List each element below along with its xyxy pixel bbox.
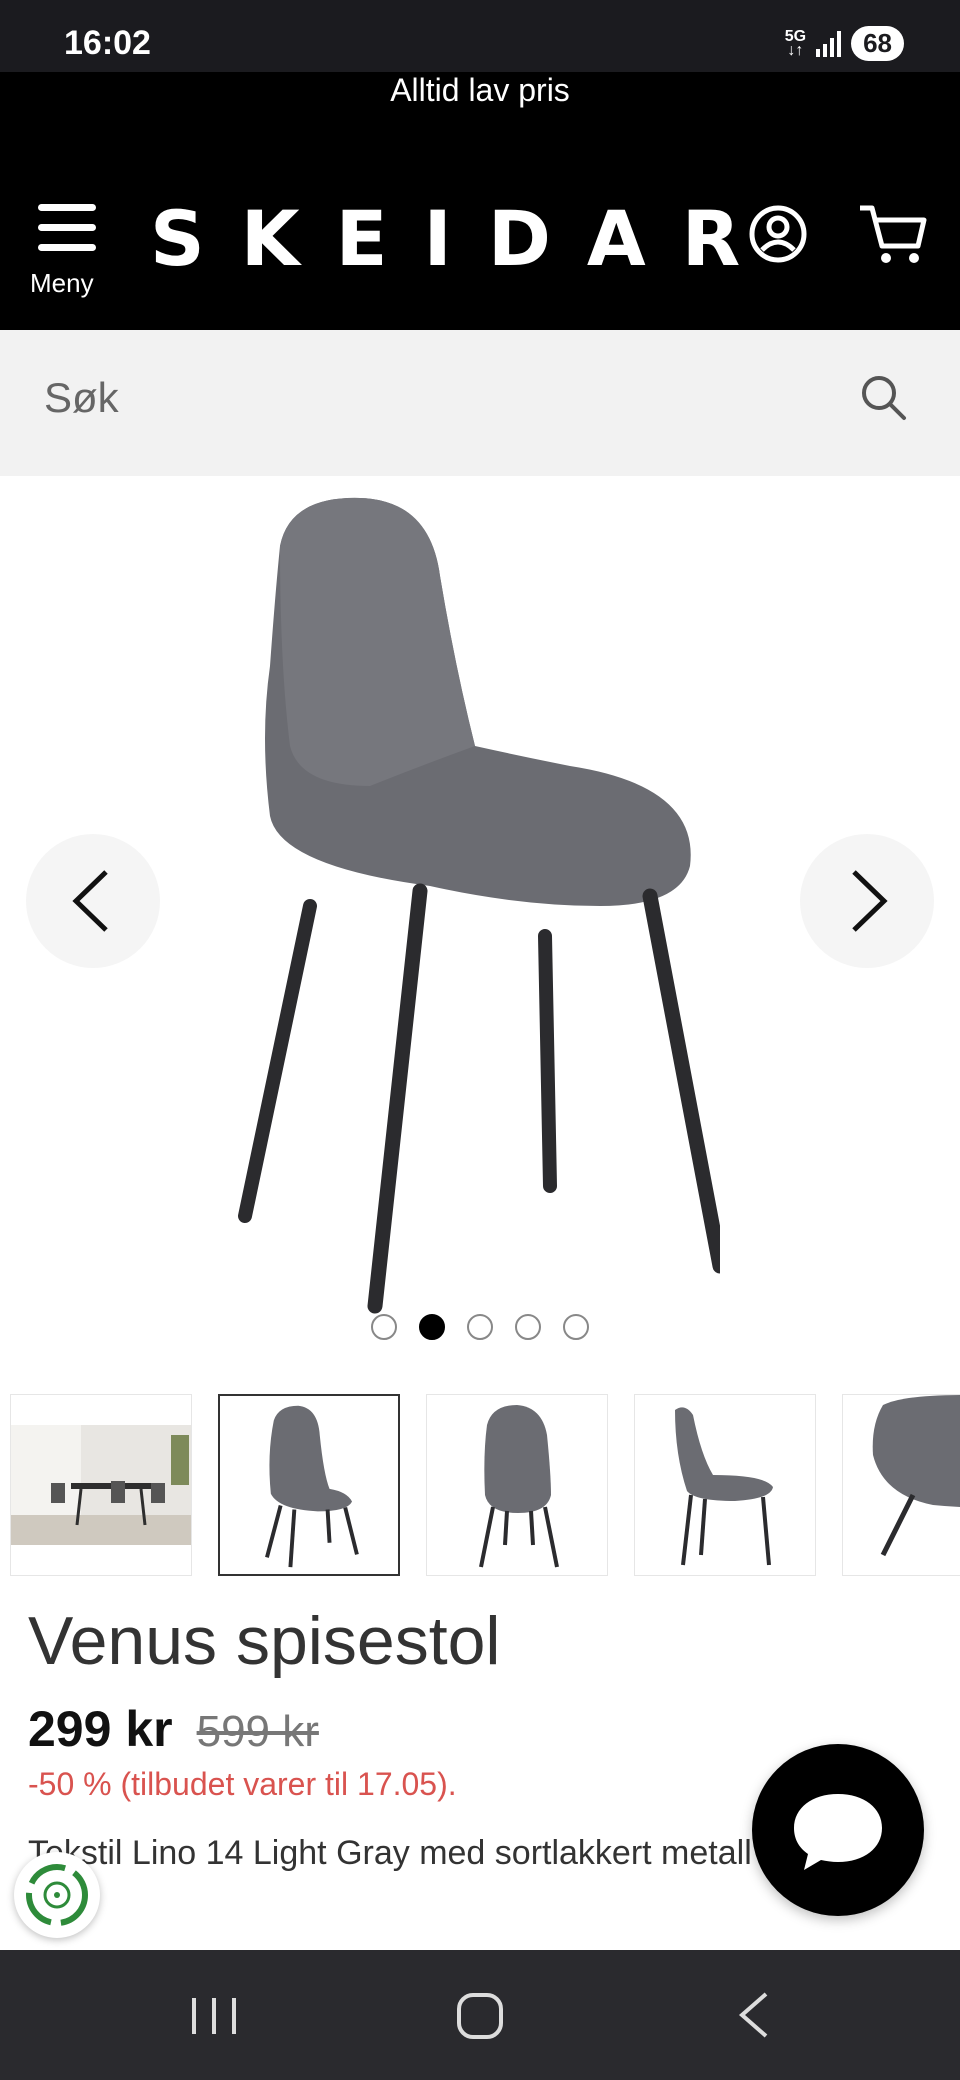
battery-indicator: 68	[851, 26, 904, 61]
thumbnail-chair-detail[interactable]	[842, 1394, 960, 1576]
gallery-dot[interactable]	[563, 1314, 589, 1340]
gallery-next-button[interactable]	[800, 834, 934, 968]
chat-bubble-icon	[794, 1794, 882, 1870]
chair-thumb-image	[872, 1395, 960, 1557]
gallery-pagination	[0, 1314, 960, 1340]
chevron-right-icon	[852, 870, 888, 932]
thumbnail-chair-angle[interactable]	[426, 1394, 608, 1576]
chair-thumb-image	[265, 1405, 359, 1568]
shopping-cart-icon[interactable]	[858, 202, 928, 268]
network-5g-icon: 5G ↓↑	[784, 27, 807, 59]
price-row: 299 kr 599 kr	[28, 1700, 319, 1758]
skeidar-logo[interactable]: SKEIDAR	[150, 194, 776, 283]
hamburger-icon	[38, 204, 96, 264]
promo-banner[interactable]: Alltid lav pris	[0, 72, 960, 108]
thumbnail-chair-side[interactable]	[634, 1394, 816, 1576]
back-icon[interactable]	[734, 1990, 774, 2040]
thumbnail-room-scene[interactable]	[10, 1394, 192, 1576]
recent-apps-icon[interactable]	[188, 1994, 240, 2038]
discount-text: -50 % (tilbudet varer til 17.05).	[28, 1766, 457, 1802]
home-icon[interactable]	[456, 1992, 504, 2040]
gallery-prev-button[interactable]	[26, 834, 160, 968]
thumbnail-strip[interactable]	[0, 1392, 960, 1576]
search-input[interactable]: Søk	[44, 374, 119, 422]
product-title: Venus spisestol	[28, 1603, 501, 1679]
search-bar[interactable]: Søk	[0, 330, 960, 476]
product-image-chair	[238, 497, 720, 1314]
signal-icon	[816, 30, 842, 57]
menu-button[interactable]: Meny	[30, 204, 104, 304]
chevron-left-icon	[72, 870, 108, 932]
recycle-icon	[26, 1864, 88, 1926]
eco-badge[interactable]	[14, 1852, 100, 1938]
gallery-dot[interactable]	[467, 1314, 493, 1340]
current-price: 299 kr	[28, 1701, 173, 1757]
gallery-dot-active[interactable]	[419, 1314, 445, 1340]
chair-thumb-image	[675, 1407, 773, 1566]
chair-thumb-image	[479, 1405, 559, 1568]
product-gallery[interactable]	[0, 476, 960, 1376]
site-header: Alltid lav pris Meny SKEIDAR	[0, 72, 960, 330]
user-account-icon[interactable]	[748, 204, 808, 264]
gallery-dot[interactable]	[515, 1314, 541, 1340]
thumbnail-chair-front[interactable]	[218, 1394, 400, 1576]
status-icons: 5G ↓↑ 68	[785, 26, 904, 61]
gallery-dot[interactable]	[371, 1314, 397, 1340]
status-time: 16:02	[64, 24, 151, 62]
room-scene-image	[11, 1425, 191, 1545]
original-price: 599 kr	[196, 1707, 319, 1756]
menu-label: Meny	[30, 268, 94, 298]
chat-button[interactable]	[752, 1744, 924, 1916]
product-description: Tekstil Lino 14 Light Gray med sortlakke…	[28, 1834, 752, 1872]
search-icon[interactable]	[858, 372, 908, 422]
system-navigation-bar	[0, 1950, 960, 2080]
status-bar: 16:02 5G ↓↑ 68	[0, 0, 960, 72]
